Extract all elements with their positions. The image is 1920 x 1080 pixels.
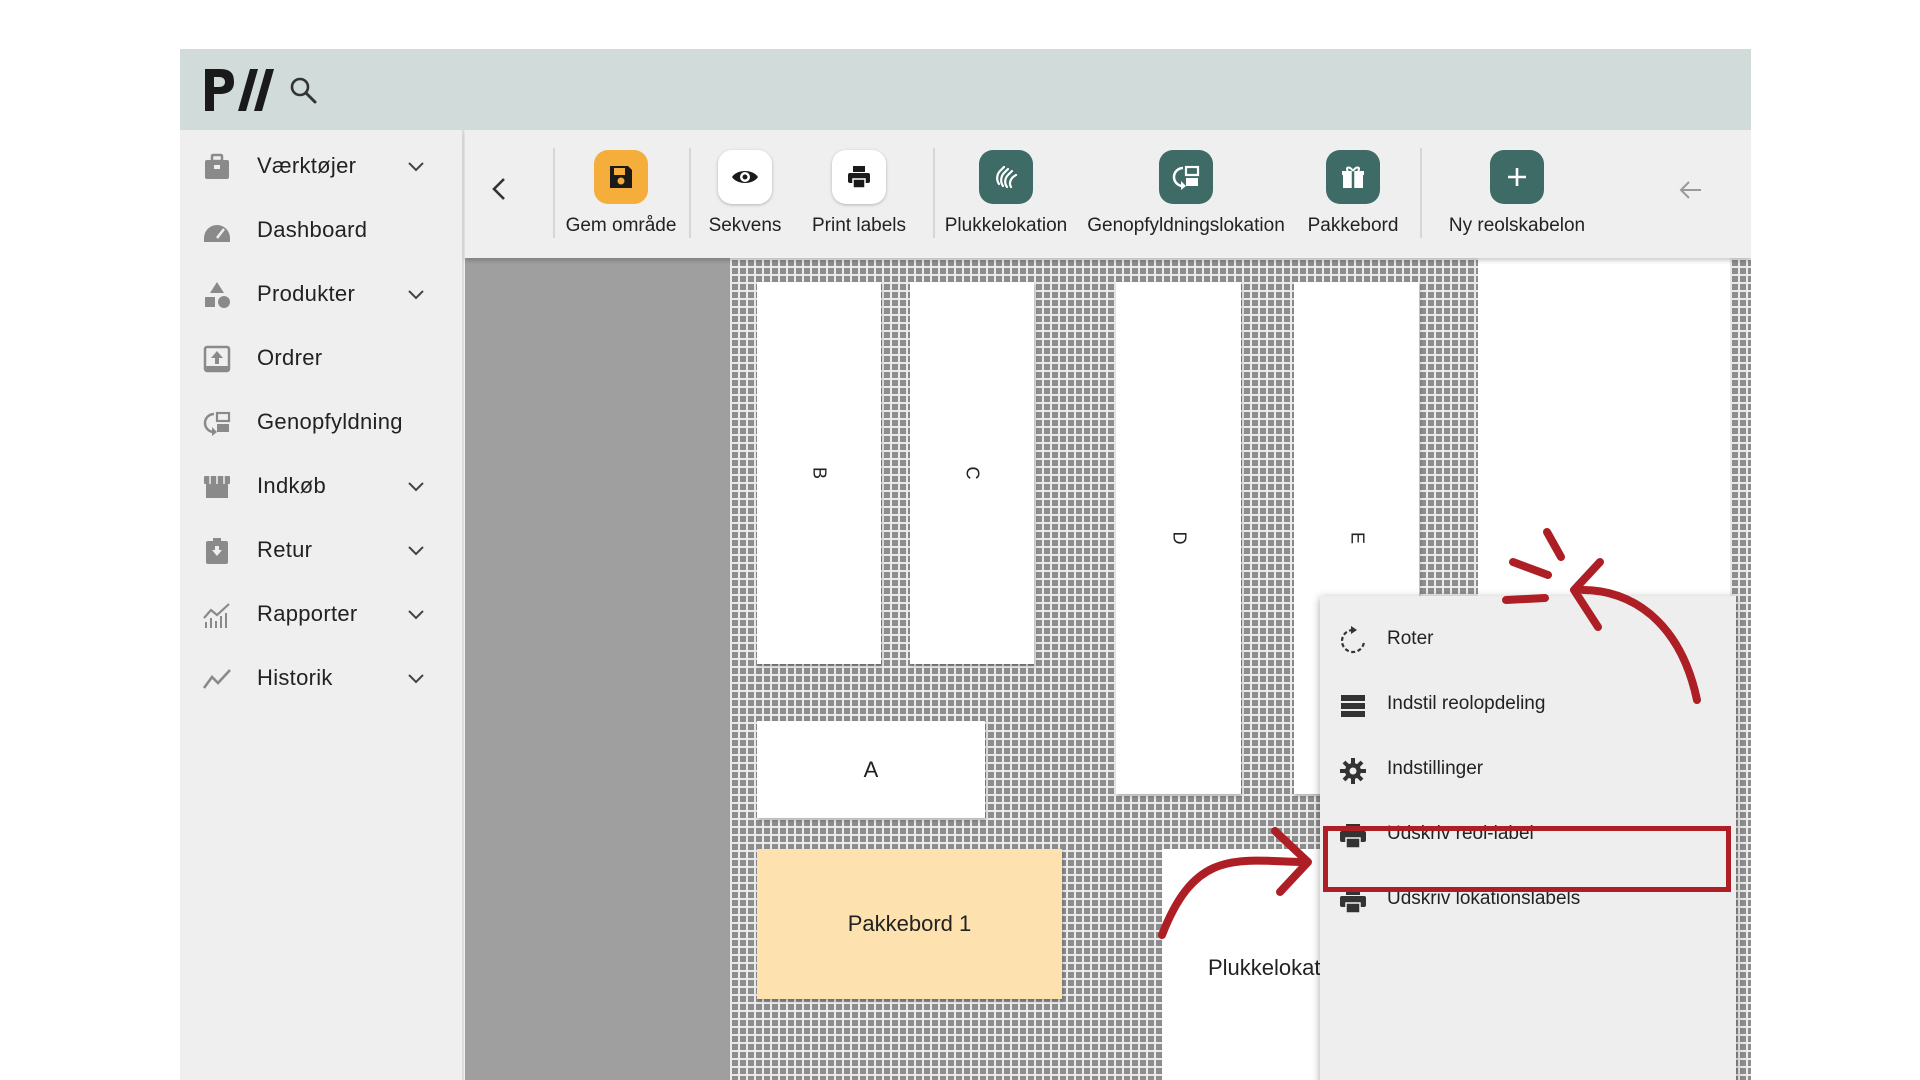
restock-icon [202,408,232,438]
gift-icon [1326,150,1380,204]
sidebar-item-ordrer[interactable]: Ordrer [180,328,462,388]
toolbar-divider [1420,148,1422,238]
restock-location-button[interactable]: Genopfyldningslokation [1077,130,1295,258]
pack-table[interactable]: Pakkebord 1 [757,849,1062,999]
sidebar-item-label: Dashboard [257,217,368,242]
sidebar-item-label: Indkøb [257,473,327,498]
menu-item-settings[interactable]: Indstillinger [1320,738,1736,802]
sidebar-item-rapporter[interactable]: Rapporter [180,584,462,644]
menu-item-label: Roter [1387,628,1434,649]
arrow-left-icon[interactable] [1677,176,1705,204]
rotate-icon [1338,626,1368,656]
highlight-box [1323,826,1731,892]
toolbar-button-label: Plukkelokation [944,215,1068,236]
print-labels-button[interactable]: Print labels [800,130,918,258]
toolbar-button-label: Gem område [565,215,677,236]
editor-toolbar: Gem område Sekvens Print labels Plukkelo… [465,130,1751,258]
chevron-left-icon[interactable] [485,174,515,204]
store-icon [202,472,232,502]
pw-logo[interactable] [202,65,274,115]
shelf-a[interactable]: A [757,721,985,818]
shelf-label: A [863,756,879,782]
sidebar-item-label: Produkter [257,281,356,306]
eye-icon [718,150,772,204]
pack-table-label: Pakkebord 1 [847,911,972,936]
save-area-button[interactable]: Gem område [560,130,682,258]
shapes-icon [202,280,232,310]
tray-upload-icon [202,344,232,374]
toolbar-divider [933,148,935,238]
printer-icon [832,150,886,204]
new-shelf-template-button[interactable]: Ny reolskabelon [1427,130,1607,258]
chevron-down-icon[interactable] [406,284,426,304]
sidebar: Værktøjer Dashboard Produkter Ordrer Gen… [180,130,464,1080]
chevron-down-icon[interactable] [406,540,426,560]
pick-location-button[interactable]: Plukkelokation [940,130,1072,258]
sequence-button[interactable]: Sekvens [695,130,795,258]
shelf-d[interactable]: D [1116,282,1241,794]
shelf-label: B [809,466,830,480]
sidebar-item-label: Rapporter [257,601,358,626]
search-icon[interactable] [288,75,318,105]
sidebar-item-label: Retur [257,537,313,562]
sidebar-item-dashboard[interactable]: Dashboard [180,200,462,260]
sidebar-item-genopfyldning[interactable]: Genopfyldning [180,392,462,452]
menu-item-rotate[interactable]: Roter [1320,608,1736,672]
sidebar-item-vaerktoejer[interactable]: Værktøjer [180,136,462,196]
sidebar-item-produkter[interactable]: Produkter [180,264,462,324]
toolbar-button-label: Genopfyldningslokation [1087,215,1285,236]
pack-table-button[interactable]: Pakkebord [1299,130,1407,258]
toolbar-button-label: Print labels [812,215,906,236]
sidebar-item-label: Genopfyldning [257,409,403,434]
return-clipboard-icon [202,536,232,566]
menu-item-set-shelf-division[interactable]: Indstil reolopdeling [1320,673,1736,737]
chevron-down-icon[interactable] [406,156,426,176]
plus-icon [1490,150,1544,204]
toolbar-divider [689,148,691,238]
hand-icon [979,150,1033,204]
chevron-down-icon[interactable] [406,476,426,496]
trend-line-icon [202,664,232,694]
chevron-down-icon[interactable] [406,604,426,624]
toolbar-button-label: Ny reolskabelon [1448,215,1586,236]
shelf-label: D [1169,531,1189,545]
menu-item-label: Indstillinger [1387,758,1484,779]
toolbox-icon [202,152,232,182]
gear-icon [1338,756,1368,786]
sidebar-item-label: Historik [257,665,333,690]
shelf-c[interactable]: C [910,282,1034,664]
sidebar-item-historik[interactable]: Historik [180,648,462,708]
restock-icon [1159,150,1213,204]
sidebar-item-indkoeb[interactable]: Indkøb [180,456,462,516]
top-bar [180,49,1751,130]
toolbar-divider [553,148,555,238]
shelf-label: E [1347,531,1367,545]
toolbar-button-label: Sekvens [708,215,782,236]
shelf-b[interactable]: B [757,282,881,664]
sidebar-item-label: Ordrer [257,345,323,370]
gauge-icon [202,216,232,246]
sidebar-item-label: Værktøjer [257,153,357,178]
toolbar-button-label: Pakkebord [1307,215,1399,236]
shelf-division-icon [1338,691,1368,721]
menu-item-label: Indstil reolopdeling [1387,693,1546,714]
report-chart-icon [202,600,232,630]
shelf-label: C [962,466,983,480]
app-window: Værktøjer Dashboard Produkter Ordrer Gen… [180,49,1751,1080]
save-icon [594,150,648,204]
chevron-down-icon[interactable] [406,668,426,688]
sidebar-item-retur[interactable]: Retur [180,520,462,580]
